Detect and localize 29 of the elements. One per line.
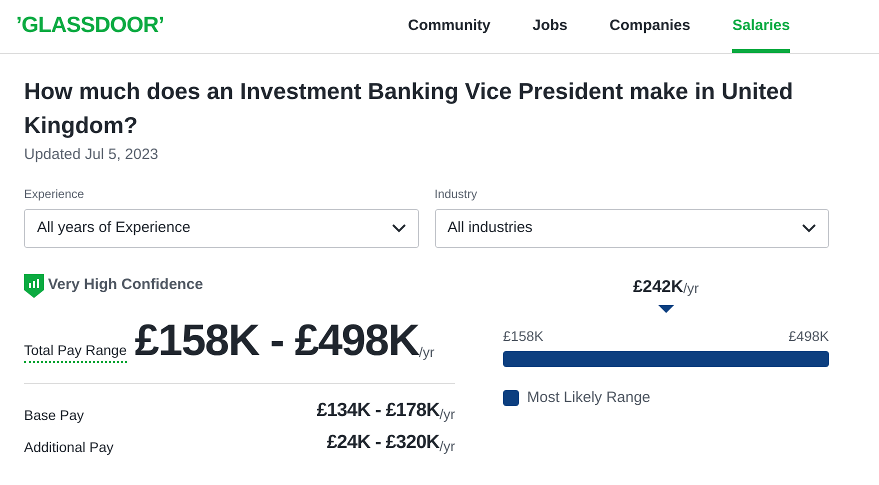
total-pay-label: Total Pay Range	[24, 340, 127, 362]
range-high: £498K	[788, 326, 829, 346]
filter-label: Industry	[434, 186, 478, 202]
pay-range: £24K - £320K	[326, 431, 440, 455]
shield-chart-icon	[24, 274, 44, 298]
confidence-label: Very High Confidence	[48, 275, 204, 296]
updated-date: Updated Jul 5, 2023	[24, 145, 160, 165]
nav-tab[interactable]: Companies	[610, 0, 690, 53]
legend-label: Most Likely Range	[527, 388, 650, 408]
chevron-down-icon	[802, 224, 816, 232]
pay-label: Base Pay	[24, 406, 84, 425]
filter-label: Experience	[24, 186, 86, 202]
per-year-unit: /yr	[418, 344, 434, 362]
nav-tab[interactable]: Jobs	[532, 0, 568, 53]
filter-dropdown[interactable]: All years of Experience	[24, 208, 418, 248]
marker-triangle-icon	[658, 305, 674, 313]
per-year-unit: /yr	[683, 279, 699, 298]
chevron-down-icon	[392, 224, 406, 232]
median-pay: £242K	[633, 276, 684, 296]
pay-range: £134K - £178K	[316, 399, 440, 421]
pay-label: Additional Pay	[24, 438, 114, 457]
per-year-unit: /yr	[439, 438, 455, 456]
per-year-unit: /yr	[439, 406, 455, 424]
page-title: How much does an Investment Banking Vice President make in United Kingdom?	[24, 77, 794, 140]
legend-swatch	[503, 390, 519, 406]
total-pay-range: £158K - £498K	[134, 316, 419, 364]
nav-tab[interactable]: Community	[408, 0, 490, 53]
range-low: £158K	[503, 326, 544, 346]
filter-dropdown[interactable]: All industries	[434, 208, 829, 248]
